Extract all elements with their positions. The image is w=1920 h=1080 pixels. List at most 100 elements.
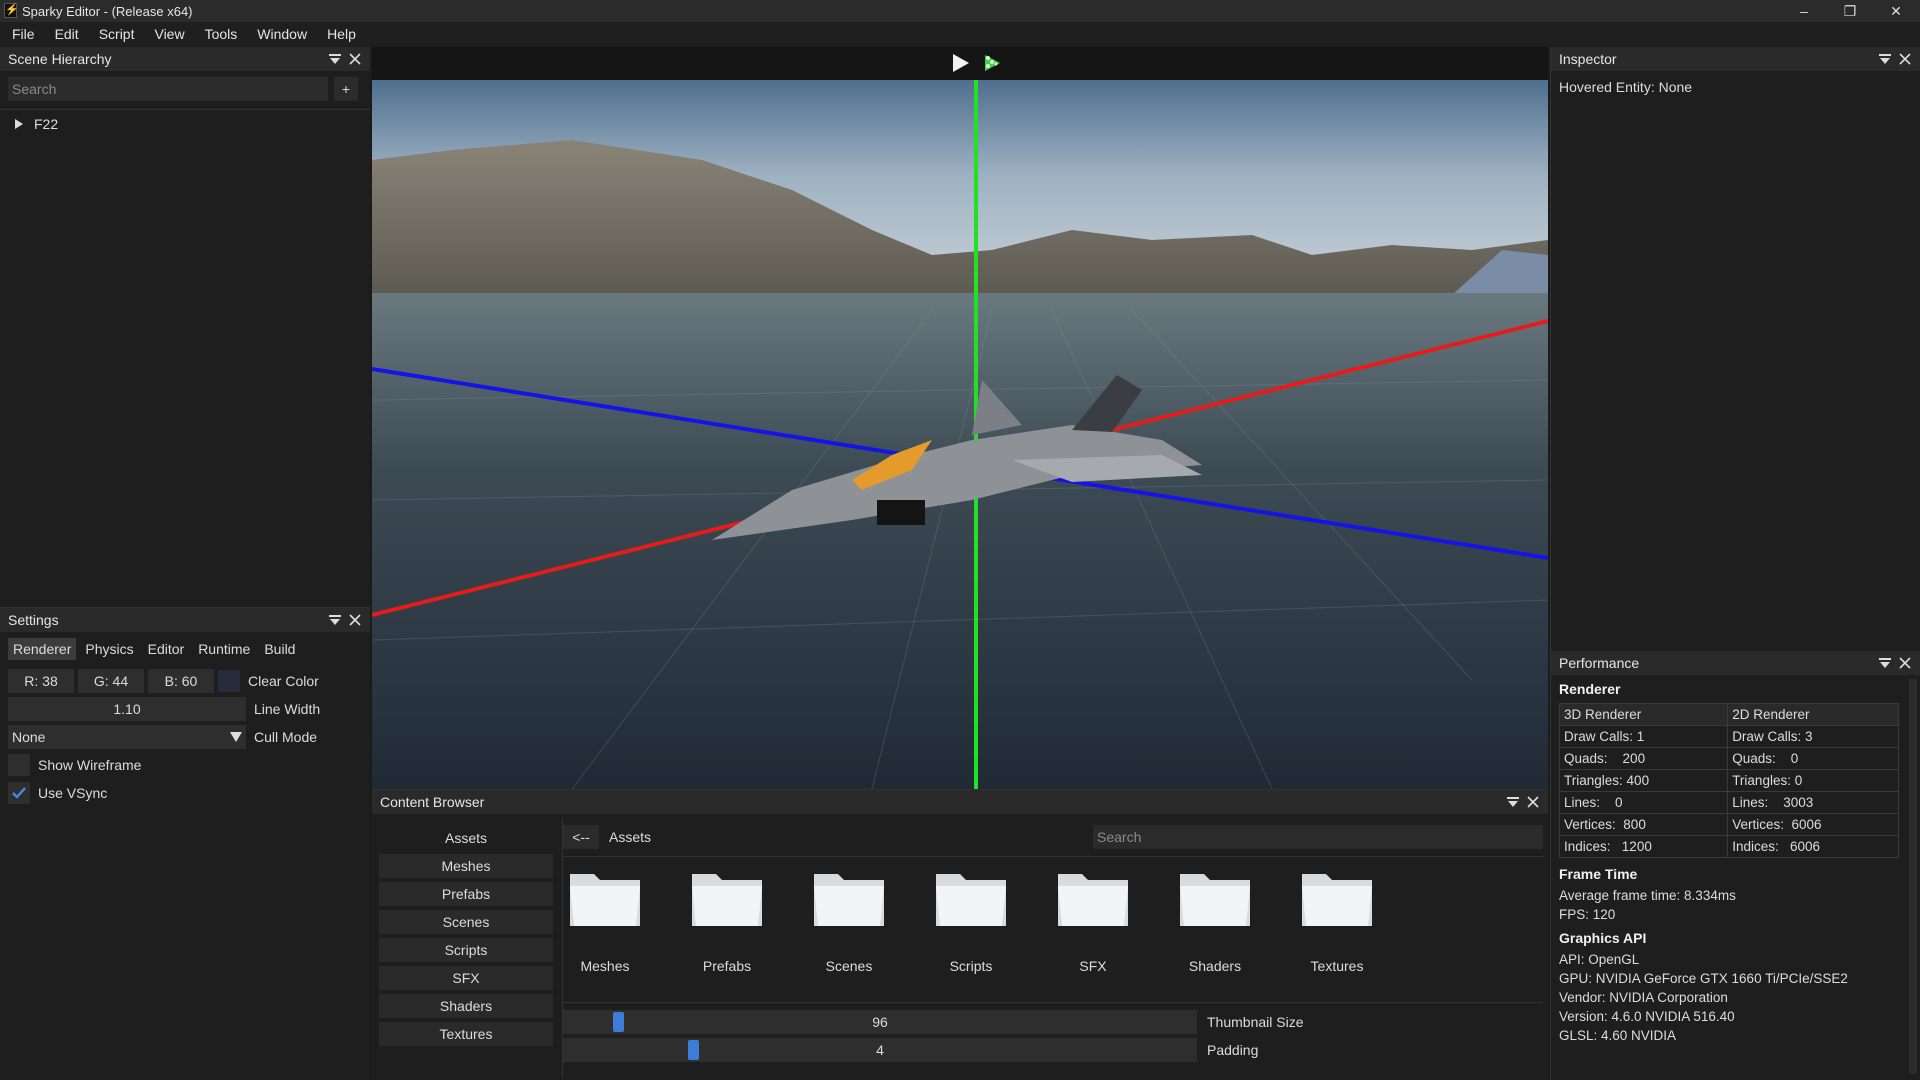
padding-slider[interactable]: 4 — [563, 1038, 1197, 1062]
cull-mode-label: Cull Mode — [254, 729, 318, 745]
sidebar-item-meshes[interactable]: Meshes — [379, 854, 553, 878]
close-window-button[interactable]: ✕ — [1873, 0, 1919, 22]
close-panel-icon[interactable] — [348, 613, 362, 627]
thumbnail-size-label: Thumbnail Size — [1207, 1014, 1304, 1030]
renderer-heading: Renderer — [1559, 681, 1621, 697]
clear-color-b-field[interactable]: B: 60 — [148, 669, 214, 693]
folder-sfx[interactable]: SFX — [1051, 868, 1135, 974]
play-icon[interactable] — [952, 53, 970, 73]
gpu-value: GPU: NVIDIA GeForce GTX 1660 Ti/PCIe/SSE… — [1559, 971, 1848, 986]
scene-hierarchy-title[interactable]: Scene Hierarchy — [0, 51, 120, 67]
folder-icon — [1180, 874, 1250, 926]
sidebar-item-assets[interactable]: Assets — [379, 826, 553, 850]
back-button[interactable]: <-- — [563, 825, 599, 849]
inspector-title[interactable]: Inspector — [1551, 51, 1625, 67]
panel-menu-icon[interactable] — [1878, 52, 1892, 66]
folder-label: Prefabs — [702, 958, 752, 974]
stat-3d-indices: Indices: 1200 — [1558, 835, 1729, 858]
use-vsync-checkbox[interactable] — [8, 782, 30, 804]
performance-panel: Performance Renderer 3D Renderer 2D Rend… — [1550, 651, 1920, 1080]
folder-icon — [692, 874, 762, 926]
tab-runtime[interactable]: Runtime — [193, 638, 255, 660]
tab-physics[interactable]: Physics — [80, 638, 138, 660]
folder-shaders[interactable]: Shaders — [1173, 868, 1257, 974]
use-vsync-label: Use VSync — [38, 785, 108, 801]
sidebar-item-scenes[interactable]: Scenes — [379, 910, 553, 934]
panel-menu-icon[interactable] — [328, 52, 342, 66]
folder-scenes[interactable]: Scenes — [807, 868, 891, 974]
menu-window[interactable]: Window — [247, 22, 317, 47]
version-value: Version: 4.6.0 NVIDIA 516.40 — [1559, 1009, 1735, 1024]
tab-editor[interactable]: Editor — [143, 638, 190, 660]
thumbnail-size-slider[interactable]: 96 — [563, 1010, 1197, 1034]
menu-edit[interactable]: Edit — [45, 22, 89, 47]
entity-row-f22[interactable]: F22 — [0, 110, 370, 138]
expand-arrow-icon[interactable] — [14, 119, 24, 129]
inspector-panel: Inspector Hovered Entity: None — [1550, 47, 1920, 651]
stat-2d-vertices: Vertices: 6006 — [1727, 813, 1899, 836]
menu-script[interactable]: Script — [89, 22, 145, 47]
ocean — [372, 293, 1548, 789]
hierarchy-search-input[interactable]: Search — [8, 77, 328, 101]
folder-textures[interactable]: Textures — [1295, 868, 1379, 974]
panel-menu-icon[interactable] — [1878, 656, 1892, 670]
glsl-value: GLSL: 4.60 NVIDIA — [1559, 1028, 1677, 1043]
content-browser-panel: Content Browser Assets Meshes Prefabs Sc… — [372, 789, 1548, 1080]
renderer-stats-table: 3D Renderer 2D Renderer Draw Calls: 1 Dr… — [1558, 703, 1899, 858]
sidebar-item-scripts[interactable]: Scripts — [379, 938, 553, 962]
folder-label: Scripts — [949, 958, 993, 974]
cull-mode-select[interactable]: None — [8, 725, 246, 749]
folder-prefabs[interactable]: Prefabs — [685, 868, 769, 974]
restore-button[interactable]: ❐ — [1827, 0, 1873, 22]
folder-scripts[interactable]: Scripts — [929, 868, 1013, 974]
settings-title[interactable]: Settings — [0, 612, 67, 628]
scene-viewport[interactable] — [372, 80, 1548, 789]
panel-menu-icon[interactable] — [1506, 795, 1520, 809]
table-row: Lines: 0 Lines: 3003 — [1558, 791, 1899, 814]
scene-hierarchy-panel: Scene Hierarchy Search + F22 — [0, 47, 370, 607]
sidebar-item-sfx[interactable]: SFX — [379, 966, 553, 990]
stat-2d-lines: Lines: 3003 — [1727, 791, 1899, 814]
folder-label: SFX — [1079, 958, 1107, 974]
current-path: Assets — [609, 829, 652, 845]
tab-build[interactable]: Build — [259, 638, 300, 660]
sidebar-item-prefabs[interactable]: Prefabs — [379, 882, 553, 906]
menu-help[interactable]: Help — [317, 22, 366, 47]
close-panel-icon[interactable] — [348, 52, 362, 66]
stat-2d-draw-calls: Draw Calls: 3 — [1727, 725, 1899, 748]
folder-icon — [814, 874, 884, 926]
panel-menu-icon[interactable] — [328, 613, 342, 627]
show-wireframe-checkbox[interactable] — [8, 754, 30, 776]
close-panel-icon[interactable] — [1526, 795, 1540, 809]
close-panel-icon[interactable] — [1898, 52, 1912, 66]
performance-title[interactable]: Performance — [1551, 655, 1647, 671]
stat-3d-lines: Lines: 0 — [1558, 791, 1729, 814]
add-entity-button[interactable]: + — [334, 77, 358, 101]
sidebar-item-shaders[interactable]: Shaders — [379, 994, 553, 1018]
sidebar-item-textures[interactable]: Textures — [379, 1022, 553, 1046]
close-panel-icon[interactable] — [1898, 656, 1912, 670]
clear-color-swatch[interactable] — [218, 670, 240, 692]
content-search-input[interactable]: Search — [1093, 825, 1543, 849]
line-width-field[interactable]: 1.10 — [8, 697, 246, 721]
stat-3d-vertices: Vertices: 800 — [1558, 813, 1729, 836]
inspector-header: Inspector — [1551, 47, 1920, 71]
menu-file[interactable]: File — [12, 22, 45, 47]
folder-grid: Meshes Prefabs Scenes Scripts SFX Shader… — [563, 868, 1379, 974]
menu-view[interactable]: View — [144, 22, 194, 47]
table-row: Vertices: 800 Vertices: 6006 — [1558, 813, 1899, 836]
viewport-render — [372, 80, 1548, 789]
minimize-button[interactable]: – — [1781, 0, 1827, 22]
tab-renderer[interactable]: Renderer — [8, 638, 77, 660]
padding-value: 4 — [876, 1042, 884, 1058]
performance-scrollbar[interactable] — [1909, 679, 1917, 1074]
content-browser-title[interactable]: Content Browser — [372, 794, 492, 810]
clear-color-g-field[interactable]: G: 44 — [78, 669, 144, 693]
settings-tabs: Renderer Physics Editor Runtime Build — [0, 632, 370, 666]
simulate-icon[interactable] — [982, 53, 1004, 73]
folder-meshes[interactable]: Meshes — [563, 868, 647, 974]
title-bar: ⚡ Sparky Editor - (Release x64) – ❐ ✕ — [0, 0, 1920, 22]
stat-3d-triangles: Triangles: 400 — [1558, 769, 1729, 792]
clear-color-r-field[interactable]: R: 38 — [8, 669, 74, 693]
menu-tools[interactable]: Tools — [195, 22, 248, 47]
